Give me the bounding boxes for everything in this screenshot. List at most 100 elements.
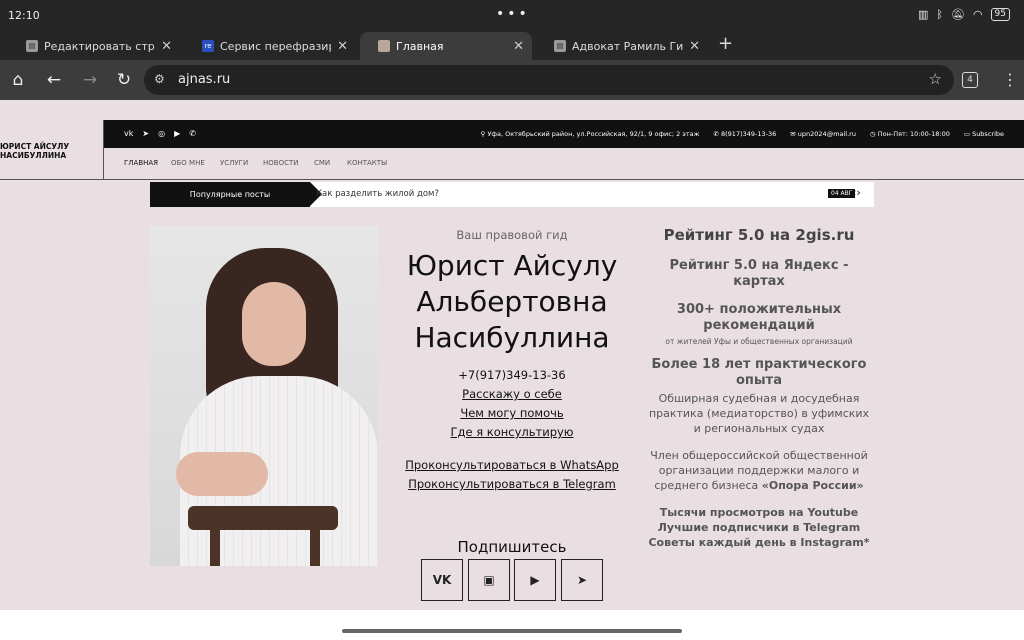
- hero-right: Рейтинг 5.0 на 2gis.ru Рейтинг 5.0 на Ян…: [644, 226, 874, 550]
- tab-home[interactable]: Главная ✕: [360, 32, 532, 60]
- consult-telegram-link[interactable]: Проконсультироваться в Telegram: [392, 475, 632, 494]
- instagram-icon[interactable]: ◎: [158, 129, 165, 138]
- photo-chair-leg: [210, 526, 220, 566]
- popular-posts-bar: Популярные посты Как разделить жилой дом…: [150, 182, 874, 207]
- address-text: ⚲ Уфа, Октябрьский район, ул.Российская,…: [481, 130, 700, 138]
- whatsapp-icon[interactable]: ✆: [189, 129, 196, 138]
- clock-icon: ◷: [869, 130, 878, 138]
- photo-hands-shape: [176, 452, 268, 496]
- reload-icon[interactable]: ↻: [112, 68, 136, 92]
- exp-text: Обширная судебная и досудебная практика …: [648, 392, 870, 435]
- url-text[interactable]: ajnas.ru: [178, 72, 230, 87]
- bluetooth-icon: ᛒ: [936, 8, 943, 21]
- hero-phone[interactable]: +7(917)349-13-36: [392, 366, 632, 385]
- popular-nav-arrows: ‹›: [852, 186, 861, 199]
- tab-label: Адвокат Рамиль Гизатулли: [572, 39, 684, 53]
- nav-contacts[interactable]: КОНТАКТЫ: [347, 159, 387, 167]
- recs-title: 300+ положительных рекомендаций: [676, 302, 842, 333]
- bookmark-star-icon[interactable]: ☆: [929, 70, 942, 88]
- link-help[interactable]: Чем могу помочь: [392, 404, 632, 423]
- hero-links: +7(917)349-13-36 Расскажу о себе Чем мог…: [392, 366, 632, 442]
- topbar-contacts: ⚲ Уфа, Октябрьский район, ул.Российская,…: [481, 130, 1004, 138]
- phone-text[interactable]: ✆ 8(917)349-13-36: [713, 130, 776, 138]
- status-icons: ▥ ᛒ 🔕︎ ◠ 95: [918, 8, 1010, 21]
- consult-whatsapp-link[interactable]: Проконсультироваться в WhatsApp: [392, 456, 632, 475]
- member-text: Член общероссийской общественной организ…: [644, 448, 874, 493]
- tab-label: Главная: [396, 39, 444, 53]
- youtube-icon: ▶: [530, 573, 540, 587]
- tab-edit-page[interactable]: ▤ Редактировать страницу “ ✕: [8, 32, 180, 60]
- topbar-social: vk ➤ ◎ ▶ ✆: [124, 129, 196, 138]
- close-icon[interactable]: ✕: [337, 39, 348, 54]
- status-bar: 12:10 ••• ▥ ᛒ 🔕︎ ◠ 95: [0, 0, 1024, 30]
- email-value: upn2024@mail.ru: [797, 130, 856, 138]
- back-icon[interactable]: ←: [42, 68, 66, 92]
- tab-strip: ▤ Редактировать страницу “ ✕ re Сервис п…: [0, 30, 1024, 60]
- site-logo[interactable]: ЮРИСТ АЙСУЛУ НАСИБУЛЛИНА: [0, 120, 104, 180]
- close-icon[interactable]: ✕: [513, 39, 524, 54]
- telegram-icon[interactable]: ➤: [142, 129, 149, 138]
- photo-face-shape: [242, 282, 306, 366]
- rewrite-icon: re: [202, 40, 214, 52]
- close-icon[interactable]: ✕: [689, 39, 700, 54]
- youtube-icon[interactable]: ▶: [174, 129, 180, 138]
- phone-value: 8(917)349-13-36: [721, 130, 777, 138]
- site-nav: ГЛАВНАЯ ОБО МНЕ УСЛУГИ НОВОСТИ СМИ КОНТА…: [104, 148, 1024, 180]
- popular-post-link[interactable]: Как разделить жилой дом?: [316, 189, 439, 199]
- nav-services[interactable]: УСЛУГИ: [220, 159, 248, 167]
- address-value: Уфа, Октябрьский район, ул.Российская, 9…: [487, 130, 700, 138]
- rating-yandex: Рейтинг 5.0 на Яндекс - картах: [669, 258, 849, 289]
- instagram-button[interactable]: ▣: [468, 559, 510, 601]
- name-line: Юрист Айсулу: [406, 249, 618, 282]
- site-settings-icon[interactable]: ⚙: [154, 72, 165, 86]
- instagram-icon: ▣: [483, 573, 495, 587]
- photo-chair-leg: [310, 526, 320, 566]
- vk-button[interactable]: VK: [421, 559, 463, 601]
- promo-list: Тысячи просмотров на Youtube Лучшие подп…: [644, 505, 874, 550]
- new-tab-icon[interactable]: +: [718, 33, 733, 54]
- tab-rewrite-service[interactable]: re Сервис перефразировани ✕: [184, 32, 356, 60]
- subscribe-label: Subscribe: [972, 130, 1004, 138]
- site-top-spacer: [0, 100, 1024, 120]
- logo-text: ЮРИСТ АЙСУЛУ НАСИБУЛЛИНА: [0, 142, 70, 160]
- site-topbar: vk ➤ ◎ ▶ ✆ ⚲ Уфа, Октябрьский район, ул.…: [104, 120, 1024, 148]
- nav-news[interactable]: НОВОСТИ: [263, 159, 299, 167]
- hero-name: Юрист Айсулу Альбертовна Насибуллина: [392, 248, 632, 356]
- hero-guide-text: Ваш правовой гид: [456, 228, 568, 242]
- tab-label: Редактировать страницу “: [44, 39, 155, 53]
- subscribe-icon: ▭: [963, 130, 973, 138]
- subscribe-heading: Подпишитесь: [457, 538, 567, 556]
- home-icon[interactable]: ⌂: [6, 68, 30, 92]
- link-where[interactable]: Где я консультирую: [392, 423, 632, 442]
- popular-label: Популярные посты: [150, 182, 310, 207]
- consult-links: Проконсультироваться в WhatsApp Проконсу…: [392, 456, 632, 494]
- hours-text: ◷ Пон-Пят: 10:00-18:00: [870, 130, 950, 138]
- browser-toolbar: ⌂ ← → ↻ ⚙ ajnas.ru ☆ 4 ⋮: [0, 60, 1024, 100]
- nfc-icon: ▥: [917, 8, 929, 21]
- nav-about[interactable]: ОБО МНЕ: [171, 159, 205, 167]
- close-icon[interactable]: ✕: [161, 39, 172, 54]
- nav-media[interactable]: СМИ: [314, 159, 330, 167]
- link-about[interactable]: Расскажу о себе: [392, 385, 632, 404]
- email-text[interactable]: ✉ upn2024@mail.ru: [790, 130, 856, 138]
- youtube-button[interactable]: ▶: [514, 559, 556, 601]
- vk-icon[interactable]: vk: [124, 129, 133, 138]
- address-bar[interactable]: ⚙ ajnas.ru ☆: [144, 65, 954, 95]
- forward-icon[interactable]: →: [78, 68, 102, 92]
- rating-2gis: Рейтинг 5.0 на 2gis.ru: [663, 226, 855, 244]
- menu-icon[interactable]: ⋮: [1002, 70, 1018, 89]
- telegram-button[interactable]: ➤: [561, 559, 603, 601]
- tab-lawyer-ramil[interactable]: ▤ Адвокат Рамиль Гизатулли ✕: [536, 32, 708, 60]
- multitask-dots-icon[interactable]: •••: [496, 6, 530, 22]
- promo-instagram: Советы каждый день в Instagram*: [648, 536, 870, 549]
- site-photo-icon: [378, 40, 390, 52]
- next-arrow-icon[interactable]: ›: [856, 186, 860, 199]
- promo-youtube: Тысячи просмотров на Youtube: [659, 506, 859, 519]
- tab-count-button[interactable]: 4: [962, 72, 978, 88]
- gesture-handle[interactable]: [342, 629, 682, 633]
- subscribe-link[interactable]: ▭ Subscribe: [964, 130, 1004, 138]
- name-line: Насибуллина: [414, 321, 610, 354]
- wifi-icon: ◠: [972, 8, 983, 21]
- hours-value: Пон-Пят: 10:00-18:00: [877, 130, 950, 138]
- nav-home[interactable]: ГЛАВНАЯ: [124, 159, 158, 167]
